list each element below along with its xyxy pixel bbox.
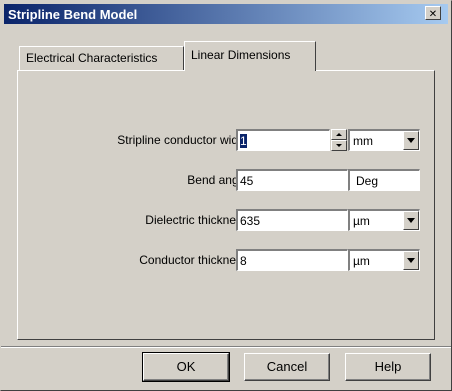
conductor-width-spinner[interactable] — [331, 129, 347, 151]
ok-button-label: OK — [176, 359, 196, 374]
dropdown-button[interactable] — [403, 131, 419, 150]
spin-up-button[interactable] — [331, 129, 347, 140]
close-icon: ✕ — [428, 9, 438, 20]
conductor-width-label: Stripline conductor width — [117, 133, 248, 147]
conductor-thickness-input[interactable]: 8 — [236, 249, 348, 271]
bend-angle-unit: Deg — [356, 174, 379, 188]
tab-linear-dimensions[interactable]: Linear Dimensions — [184, 41, 316, 71]
dielectric-thickness-label: Dielectric thickness — [145, 213, 248, 227]
tab-electrical-characteristics[interactable]: Electrical Characteristics — [19, 46, 184, 70]
chevron-down-icon — [407, 218, 415, 223]
dielectric-thickness-unit: µm — [353, 214, 370, 228]
chevron-down-icon — [407, 138, 415, 143]
tab-label: Electrical Characteristics — [26, 51, 158, 65]
conductor-width-value: 1 — [240, 134, 247, 148]
arrow-up-icon — [336, 133, 342, 136]
dialog-window: Stripline Bend Model ✕ Electrical Charac… — [0, 0, 452, 391]
separator — [1, 346, 451, 348]
cancel-button-label: Cancel — [266, 359, 308, 374]
conductor-thickness-value: 8 — [240, 254, 247, 268]
bend-angle-value: 45 — [240, 174, 254, 188]
bend-angle-unit-box: Deg — [348, 169, 420, 191]
dielectric-thickness-unit-select[interactable]: µm — [348, 209, 420, 231]
arrow-down-icon — [336, 144, 342, 147]
dielectric-thickness-value: 635 — [240, 214, 261, 228]
help-button-label: Help — [374, 359, 402, 374]
conductor-width-unit: mm — [353, 134, 373, 148]
dropdown-button[interactable] — [403, 211, 419, 230]
dielectric-thickness-input[interactable]: 635 — [236, 209, 348, 231]
conductor-thickness-unit-select[interactable]: µm — [348, 249, 420, 271]
ok-button[interactable]: OK — [142, 352, 230, 382]
linear-dimensions-panel: Stripline conductor width 1 mm Bend angl… — [17, 70, 435, 340]
dropdown-button[interactable] — [403, 251, 419, 270]
help-button[interactable]: Help — [345, 353, 431, 381]
conductor-width-input[interactable]: 1 — [236, 129, 330, 151]
cancel-button[interactable]: Cancel — [244, 353, 330, 381]
conductor-thickness-unit: µm — [353, 254, 370, 268]
conductor-thickness-label: Conductor thickness — [139, 253, 248, 267]
title-bar[interactable]: Stripline Bend Model ✕ — [4, 4, 448, 24]
window-title: Stripline Bend Model — [8, 7, 138, 22]
conductor-width-unit-select[interactable]: mm — [348, 129, 420, 151]
chevron-down-icon — [407, 258, 415, 263]
tab-label: Linear Dimensions — [191, 48, 291, 62]
close-button[interactable]: ✕ — [425, 6, 441, 20]
bend-angle-input[interactable]: 45 — [236, 169, 348, 191]
spin-down-button[interactable] — [331, 140, 347, 151]
